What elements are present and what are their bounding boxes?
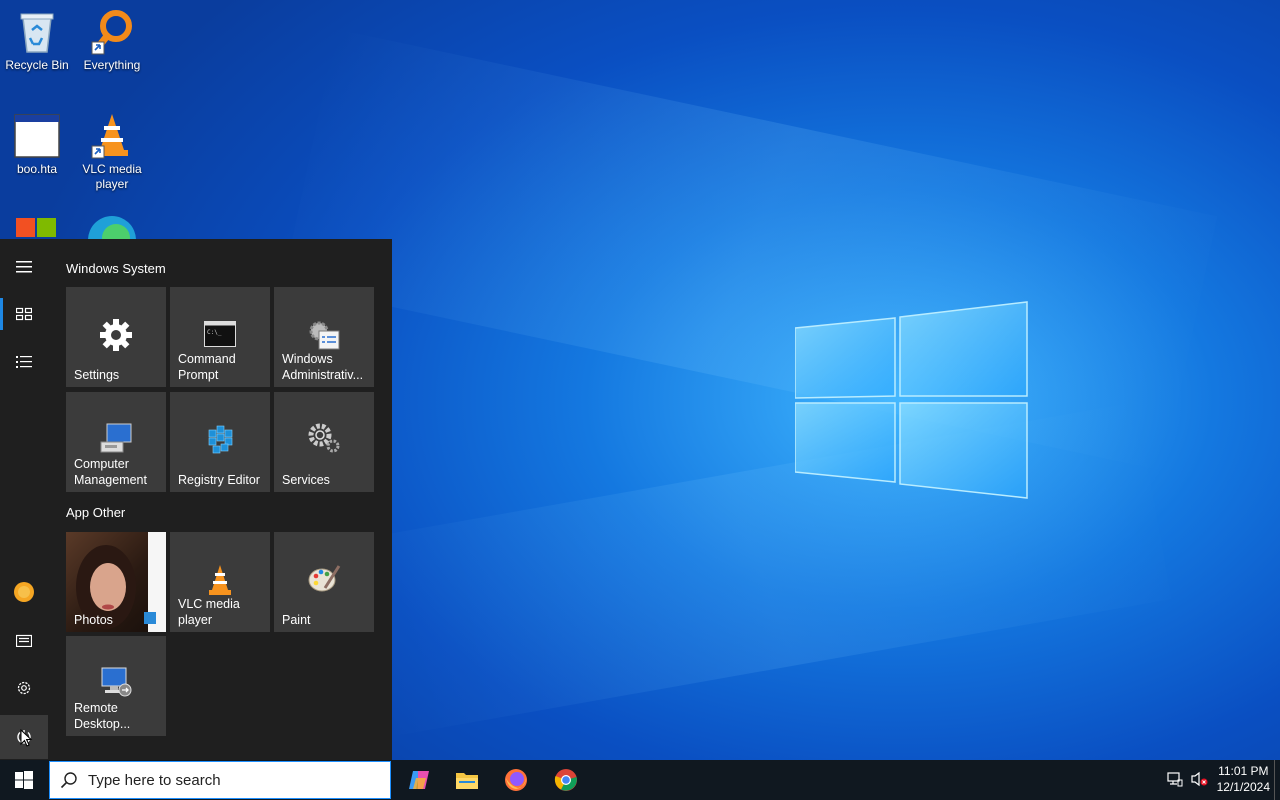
- tile-label: Paint: [282, 613, 311, 627]
- volume-muted-icon[interactable]: [1191, 771, 1209, 787]
- network-icon[interactable]: [1167, 771, 1183, 787]
- tile-remote-desktop[interactable]: Remote Desktop...: [66, 636, 166, 736]
- taskbar-firefox[interactable]: [492, 760, 540, 800]
- tile-services[interactable]: Services: [274, 392, 374, 492]
- chrome-icon: [554, 769, 577, 791]
- expand-menu-button[interactable]: [0, 245, 48, 289]
- registry-editor-icon: [205, 422, 235, 458]
- taskbar-clock[interactable]: 11:01 PM 12/1/2024: [1217, 763, 1270, 795]
- taskbar-search-box[interactable]: Type here to search: [49, 761, 391, 799]
- vlc-cone-icon: [88, 112, 136, 160]
- tile-photos[interactable]: Photos: [66, 532, 166, 632]
- tile-computer-management[interactable]: Computer Management: [66, 392, 166, 492]
- tile-label: Photos: [74, 613, 113, 627]
- paint-icon: [307, 562, 341, 598]
- everything-magnifier-icon: [88, 8, 136, 56]
- svg-text:C:\_: C:\_: [207, 329, 222, 336]
- gear-icon: [17, 681, 31, 695]
- search-icon: [60, 772, 77, 789]
- folder-icon: [456, 773, 478, 789]
- desktop-icon-label: VLC media player: [82, 162, 142, 191]
- list-icon: [16, 356, 32, 368]
- services-icon: [307, 422, 341, 458]
- clock-date: 12/1/2024: [1216, 780, 1270, 794]
- taskbar-copilot[interactable]: [395, 760, 443, 800]
- desktop-icon-boo-hta[interactable]: boo.hta: [0, 112, 74, 177]
- desktop-icon-recycle-bin[interactable]: Recycle Bin: [0, 8, 74, 73]
- start-menu-rail: [0, 239, 48, 760]
- tile-settings[interactable]: Settings: [66, 287, 166, 387]
- firefox-icon: [505, 769, 527, 791]
- group-title-app-other: App Other: [66, 505, 126, 520]
- taskbar-file-explorer[interactable]: [443, 760, 491, 800]
- documents-button[interactable]: [0, 618, 48, 662]
- start-menu: Windows System Settings C:\_ Command Pro…: [0, 239, 392, 760]
- start-button[interactable]: [0, 760, 48, 800]
- tiles-icon: [16, 307, 32, 321]
- taskbar-chrome[interactable]: [542, 760, 590, 800]
- search-placeholder: Type here to search: [88, 771, 221, 789]
- remote-desktop-icon: [99, 666, 133, 702]
- tile-label: Computer Management: [74, 457, 147, 487]
- copilot-icon: [409, 771, 429, 789]
- tile-label: Command Prompt: [178, 352, 236, 382]
- wallpaper-windows-logo: [795, 301, 1028, 499]
- tile-registry-editor[interactable]: Registry Editor: [170, 392, 270, 492]
- group-title-windows-system: Windows System: [66, 261, 166, 276]
- all-apps-button[interactable]: [0, 340, 48, 384]
- desktop-icon-vlc[interactable]: VLC media player: [75, 112, 149, 192]
- desktop-icon-label: boo.hta: [16, 162, 58, 176]
- windows-start-icon: [15, 771, 33, 789]
- taskbar: Type here to search 11:01 PM 12/1/2024: [0, 760, 1280, 800]
- tile-label: VLC media player: [178, 597, 240, 627]
- tile-paint[interactable]: Paint: [274, 532, 374, 632]
- tile-label: Settings: [74, 368, 120, 382]
- show-desktop-button[interactable]: [1274, 760, 1280, 800]
- desktop-icon-label: Everything: [83, 58, 141, 72]
- clock-time: 11:01 PM: [1218, 764, 1269, 778]
- admin-tools-icon: [307, 319, 341, 355]
- tile-vlc-media-player[interactable]: VLC media player: [170, 532, 270, 632]
- hamburger-icon: [16, 261, 32, 273]
- recycle-bin-icon: [13, 8, 61, 56]
- computer-management-icon: [99, 422, 133, 458]
- tile-label: Remote Desktop...: [74, 701, 131, 731]
- tile-label: Services: [282, 473, 330, 487]
- pinned-tiles-button[interactable]: [0, 292, 48, 336]
- tile-command-prompt[interactable]: C:\_ Command Prompt: [170, 287, 270, 387]
- edge-icon: [88, 216, 136, 239]
- command-prompt-icon: C:\_: [204, 321, 236, 351]
- tile-windows-administrative-tools[interactable]: Windows Administrativ...: [274, 287, 374, 387]
- desktop-icon-everything[interactable]: Everything: [75, 8, 149, 73]
- gear-icon: [98, 317, 134, 357]
- user-account-button[interactable]: [0, 570, 48, 614]
- tile-label: Windows Administrativ...: [282, 352, 364, 382]
- documents-icon: [16, 634, 32, 647]
- desktop-icon-label: Recycle Bin: [5, 58, 69, 72]
- windows-shield-icon: [16, 218, 56, 237]
- mouse-cursor-icon: [20, 729, 33, 747]
- desktop-icon-partial[interactable]: [14, 214, 58, 239]
- tile-label: Registry Editor: [178, 473, 260, 487]
- desktop-icon-partial-edge[interactable]: [86, 214, 138, 239]
- hta-window-icon: [13, 112, 61, 160]
- power-button[interactable]: [0, 715, 48, 759]
- settings-button[interactable]: [0, 666, 48, 710]
- user-avatar-icon: [14, 582, 34, 602]
- vlc-icon: [205, 564, 235, 600]
